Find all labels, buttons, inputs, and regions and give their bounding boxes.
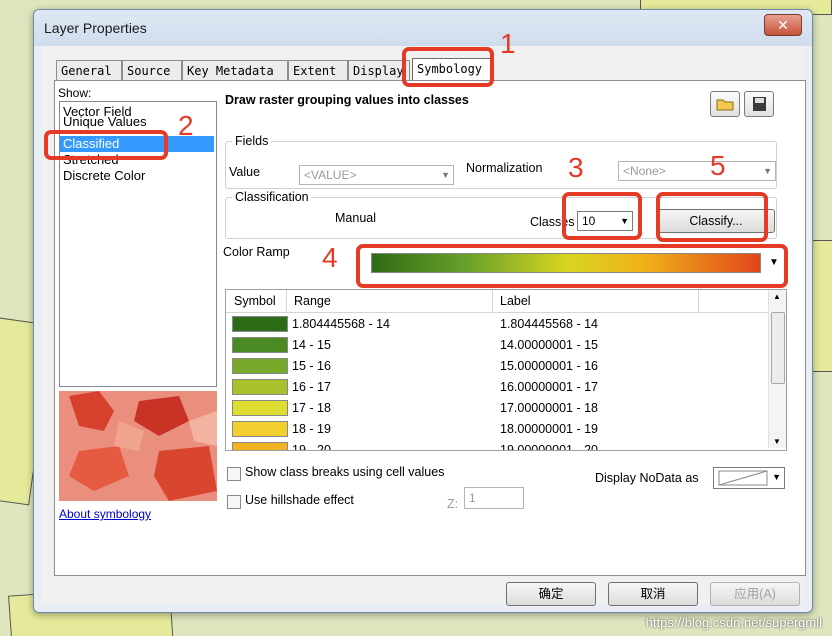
symbol-swatch[interactable] <box>232 337 288 353</box>
color-ramp-label: Color Ramp <box>223 245 290 259</box>
symbol-swatch[interactable] <box>232 358 288 374</box>
annotation-number-3: 3 <box>568 152 584 183</box>
table-row[interactable]: 17 - 18 17.00000001 - 18 <box>226 398 768 419</box>
watermark: https://blog.csdn.net/supergmll <box>645 615 822 630</box>
annotation-number-1: 1 <box>500 28 516 59</box>
classification-method: Manual <box>335 211 376 225</box>
symbol-swatch[interactable] <box>232 421 288 437</box>
tab-source[interactable]: Source <box>122 60 182 80</box>
column-separator <box>492 290 493 312</box>
table-row[interactable]: 1.804445568 - 14 1.804445568 - 14 <box>226 314 768 335</box>
annotation-number-2: 2 <box>178 110 194 141</box>
annotation-box-color-ramp <box>356 244 788 288</box>
hillshade-checkbox[interactable] <box>227 495 241 509</box>
range-cell[interactable]: 18 - 19 <box>292 422 331 436</box>
nodata-color-dropdown[interactable]: ▼ <box>713 467 785 489</box>
label-cell[interactable]: 18.00000001 - 19 <box>500 422 598 436</box>
nodata-label: Display NoData as <box>595 471 699 485</box>
chevron-down-icon: ▼ <box>763 166 772 176</box>
fields-title: Fields <box>232 134 272 148</box>
annotation-box-classify <box>656 192 768 242</box>
table-row[interactable]: 14 - 15 14.00000001 - 15 <box>226 335 768 356</box>
symbol-swatch[interactable] <box>232 316 288 332</box>
range-cell[interactable]: 1.804445568 - 14 <box>292 317 390 331</box>
table-row[interactable]: 18 - 19 18.00000001 - 19 <box>226 419 768 440</box>
save-icon <box>753 97 766 111</box>
table-row[interactable]: 16 - 17 16.00000001 - 17 <box>226 377 768 398</box>
show-label: Show: <box>58 86 92 100</box>
close-icon: ✕ <box>777 17 789 33</box>
show-breaks-label: Show class breaks using cell values <box>245 465 445 479</box>
close-button[interactable]: ✕ <box>764 14 802 36</box>
symbol-swatch[interactable] <box>232 379 288 395</box>
preview-graphic <box>59 391 217 501</box>
tab-key-metadata[interactable]: Key Metadata <box>182 60 288 80</box>
layer-properties-dialog: Layer Properties ✕ General Source Key Me… <box>33 9 813 613</box>
tab-display[interactable]: Display <box>348 60 410 80</box>
ok-button[interactable]: 确定 <box>506 582 596 606</box>
label-cell[interactable]: 16.00000001 - 17 <box>500 380 598 394</box>
normalization-dropdown[interactable]: <None> ▼ <box>618 161 776 181</box>
symbol-swatch[interactable] <box>232 442 288 450</box>
value-dropdown[interactable]: <VALUE> ▼ <box>299 165 454 185</box>
annotation-number-4: 4 <box>322 242 338 273</box>
title-bar: Layer Properties ✕ <box>34 10 812 46</box>
nodata-swatch-icon <box>718 470 768 486</box>
label-cell[interactable]: 1.804445568 - 14 <box>500 317 598 331</box>
range-cell[interactable]: 19 - 20 <box>292 443 331 450</box>
normalization-label: Normalization <box>466 161 543 175</box>
open-folder-button[interactable] <box>710 91 740 117</box>
column-separator <box>286 290 287 312</box>
about-symbology-link[interactable]: About symbology <box>59 507 151 521</box>
annotation-box-symbology <box>402 47 494 87</box>
label-cell[interactable]: 17.00000001 - 18 <box>500 401 598 415</box>
window-title: Layer Properties <box>44 20 147 36</box>
label-cell[interactable]: 19.00000001 - 20 <box>500 443 598 450</box>
value-label: Value <box>229 165 261 179</box>
range-cell[interactable]: 17 - 18 <box>292 401 331 415</box>
symbol-column-header[interactable]: Symbol <box>234 294 276 308</box>
range-column-header[interactable]: Range <box>294 294 331 308</box>
save-button[interactable] <box>744 91 774 117</box>
range-cell[interactable]: 15 - 16 <box>292 359 331 373</box>
renderer-description: Draw raster grouping values into classes <box>225 93 469 107</box>
column-separator <box>698 290 699 312</box>
chevron-down-icon: ▼ <box>441 170 450 180</box>
normalization-text: <None> <box>623 164 666 178</box>
cancel-button[interactable]: 取消 <box>608 582 698 606</box>
scroll-down-icon[interactable]: ▼ <box>773 437 781 446</box>
range-cell[interactable]: 14 - 15 <box>292 338 331 352</box>
symbol-swatch[interactable] <box>232 400 288 416</box>
tab-general[interactable]: General <box>56 60 122 80</box>
apply-button[interactable]: 应用(A) <box>710 582 800 606</box>
table-scrollbar[interactable]: ▲ ▼ <box>768 290 786 448</box>
classification-title: Classification <box>232 190 312 204</box>
table-row[interactable]: 15 - 16 15.00000001 - 16 <box>226 356 768 377</box>
show-breaks-checkbox[interactable] <box>227 467 241 481</box>
annotation-number-5: 5 <box>710 150 726 181</box>
z-label: Z: <box>447 497 459 511</box>
scroll-up-icon[interactable]: ▲ <box>773 292 781 301</box>
label-cell[interactable]: 14.00000001 - 15 <box>500 338 598 352</box>
z-factor-input[interactable]: 1 <box>464 487 524 509</box>
class-table: Symbol Range Label 1.804445568 - 14 1.804… <box>225 289 787 451</box>
class-table-header: Symbol Range Label <box>226 290 768 313</box>
label-cell[interactable]: 15.00000001 - 16 <box>500 359 598 373</box>
annotation-box-classified <box>44 130 168 160</box>
folder-icon <box>716 99 734 111</box>
range-cell[interactable]: 16 - 17 <box>292 380 331 394</box>
scrollbar-thumb[interactable] <box>771 312 785 384</box>
annotation-box-classes <box>562 192 642 240</box>
value-text: <VALUE> <box>304 168 357 182</box>
renderer-discrete-color[interactable]: Discrete Color <box>60 168 214 184</box>
label-column-header[interactable]: Label <box>500 294 531 308</box>
chevron-down-icon: ▼ <box>772 472 781 482</box>
renderer-preview-image <box>59 391 217 501</box>
table-row[interactable]: 19 - 20 19.00000001 - 20 <box>226 440 768 450</box>
tab-extent[interactable]: Extent <box>288 60 348 80</box>
hillshade-label: Use hillshade effect <box>245 493 354 507</box>
